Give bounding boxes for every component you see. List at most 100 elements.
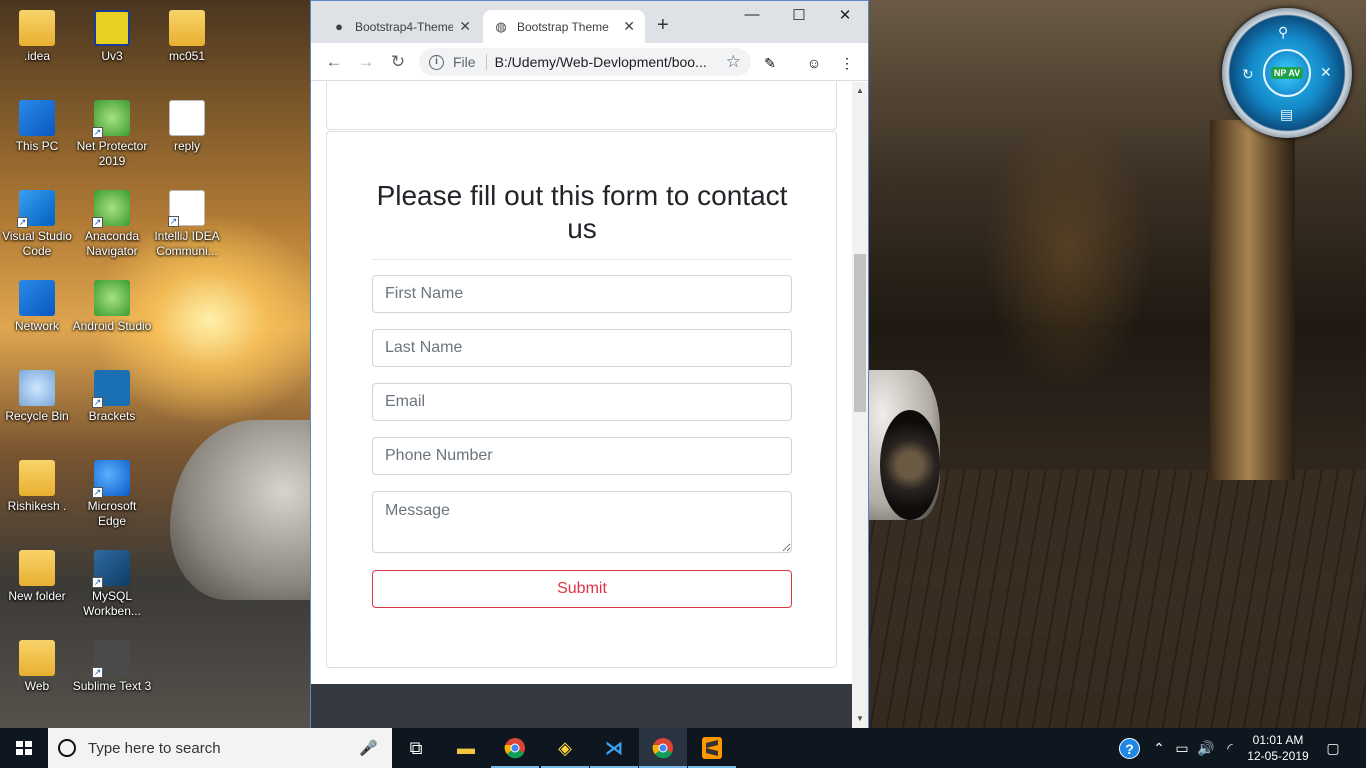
phone-input[interactable] bbox=[372, 437, 792, 475]
desktop-icon-sublime[interactable]: ↗ Sublime Text 3 bbox=[72, 640, 152, 694]
volume-icon[interactable]: 🔊 bbox=[1196, 728, 1216, 768]
tab-title: Bootstrap Theme bbox=[517, 19, 609, 34]
reload-icon[interactable]: ↻ bbox=[387, 51, 409, 73]
desktop-icon-idea[interactable]: .idea bbox=[0, 10, 77, 64]
scroll-thumb[interactable] bbox=[854, 254, 866, 412]
close-window-button[interactable]: ✕ bbox=[822, 6, 868, 28]
first-name-input[interactable] bbox=[372, 275, 792, 313]
search-placeholder: Type here to search bbox=[88, 739, 221, 757]
url-scheme: File bbox=[453, 54, 487, 70]
desktop-icon-this-pc[interactable]: This PC bbox=[0, 100, 77, 154]
desktop-icon-net-protector[interactable]: ↗ Net Protector 2019 bbox=[72, 100, 152, 169]
sublime-icon: ↗ bbox=[92, 640, 130, 678]
close-tab-icon[interactable]: ✕ bbox=[623, 18, 635, 35]
desktop-icon-intellij[interactable]: ↗ IntelliJ IDEA Communi... bbox=[147, 190, 227, 259]
new-tab-button[interactable]: + bbox=[657, 14, 669, 37]
previous-card bbox=[326, 82, 837, 130]
desktop-icon-mc051[interactable]: mc051 bbox=[147, 10, 227, 64]
av-badge: NP AV bbox=[1270, 67, 1304, 79]
desktop-icon-label: MySQL Workben... bbox=[83, 589, 141, 618]
folder-icon bbox=[19, 640, 55, 676]
battery-icon[interactable]: ▭ bbox=[1172, 728, 1192, 768]
report-icon[interactable]: ▤ bbox=[1280, 106, 1293, 123]
submit-button[interactable]: Submit bbox=[372, 570, 792, 608]
sublime-logo bbox=[702, 737, 722, 759]
back-arrow-icon[interactable]: ← bbox=[323, 51, 345, 73]
forward-arrow-icon[interactable]: → bbox=[355, 51, 377, 73]
menu-kebab-icon[interactable]: ⋮ bbox=[838, 54, 856, 72]
search-icon[interactable]: ⚲ bbox=[1278, 24, 1288, 41]
windows-logo-icon bbox=[16, 741, 32, 755]
desktop-icon-edge[interactable]: ↗ Microsoft Edge bbox=[72, 460, 152, 529]
url-text[interactable]: B:/Udemy/Web-Devlopment/boo... bbox=[495, 54, 720, 70]
microphone-icon[interactable]: 🎤 bbox=[359, 739, 378, 757]
sublime-icon[interactable] bbox=[688, 728, 736, 768]
shortcut-arrow-icon: ↗ bbox=[17, 217, 28, 228]
wallpaper-car-wheel bbox=[880, 410, 940, 520]
contact-heading: Please fill out this form to contact us bbox=[376, 180, 788, 244]
desktop-icon-network[interactable]: Network bbox=[0, 280, 77, 334]
network-icon bbox=[19, 280, 55, 316]
desktop-icon-label: This PC bbox=[15, 139, 59, 153]
python-idle-icon[interactable]: ◈ bbox=[541, 728, 589, 768]
desktop-icon-uv3[interactable]: Uv3 bbox=[72, 10, 152, 64]
desktop-icon-reply[interactable]: reply bbox=[147, 100, 227, 154]
desktop-icon-web[interactable]: Web bbox=[0, 640, 77, 694]
chevron-up-icon[interactable]: ⌃ bbox=[1150, 728, 1168, 768]
desktop-icon-label: Network bbox=[14, 319, 59, 333]
desktop-icon-label: Sublime Text 3 bbox=[72, 679, 152, 693]
desktop-icon-anaconda[interactable]: ↗ Anaconda Navigator bbox=[72, 190, 152, 259]
antivirus-widget[interactable]: ⚲ ↻ ✕ ▤ NP AV bbox=[1222, 8, 1352, 138]
globe-icon: ◍ bbox=[495, 18, 507, 34]
taskbar-search[interactable]: Type here to search 🎤 bbox=[48, 728, 392, 768]
tab-bootstrap-theme[interactable]: ◍ Bootstrap Theme ✕ bbox=[483, 10, 645, 43]
file-explorer-icon[interactable]: ▬ bbox=[442, 728, 490, 768]
address-bar[interactable]: i File B:/Udemy/Web-Devlopment/boo... ☆ bbox=[419, 48, 751, 76]
desktop-icon-label: Brackets bbox=[88, 409, 136, 423]
tools-icon[interactable]: ✕ bbox=[1320, 64, 1332, 81]
desktop-icon-label: Rishikesh . bbox=[7, 499, 67, 513]
close-tab-icon[interactable]: ✕ bbox=[459, 18, 471, 35]
desktop-icon-vscode[interactable]: ↗ Visual Studio Code bbox=[0, 190, 77, 259]
email-input[interactable] bbox=[372, 383, 792, 421]
vscode-icon[interactable]: ⋊ bbox=[590, 728, 638, 768]
maximize-button[interactable]: ☐ bbox=[776, 6, 822, 28]
chrome-window: ● Bootstrap4-Theme ✕ ◍ Bootstrap Theme ✕… bbox=[310, 0, 869, 728]
minimize-button[interactable]: — bbox=[729, 6, 775, 28]
chrome-active-icon[interactable] bbox=[639, 728, 687, 768]
task-view-icon[interactable]: ⧉ bbox=[392, 728, 440, 768]
system-clock[interactable]: 01:01 AM 12-05-2019 bbox=[1240, 732, 1316, 764]
last-name-input[interactable] bbox=[372, 329, 792, 367]
bookmark-star-icon[interactable]: ☆ bbox=[726, 52, 741, 72]
av-logo[interactable]: NP AV bbox=[1263, 49, 1311, 97]
desktop-icon-label: Android Studio bbox=[72, 319, 152, 333]
mysql-icon: ↗ bbox=[92, 550, 130, 588]
text-file-icon bbox=[169, 100, 205, 136]
extension-icon[interactable]: ✎ bbox=[761, 54, 779, 72]
scroll-up-icon[interactable]: ▲ bbox=[852, 84, 868, 98]
folder-icon bbox=[19, 550, 55, 586]
info-icon[interactable]: i bbox=[429, 54, 444, 70]
desktop-icon-rishikesh[interactable]: Rishikesh . bbox=[0, 460, 77, 514]
scroll-down-icon[interactable]: ▼ bbox=[852, 712, 868, 726]
refresh-icon[interactable]: ↻ bbox=[1242, 66, 1254, 83]
help-icon[interactable]: ? bbox=[1119, 738, 1140, 759]
chrome-icon[interactable] bbox=[491, 728, 539, 768]
intellij-icon: ↗ bbox=[168, 190, 205, 227]
page-scrollbar[interactable]: ▲ ▼ bbox=[852, 82, 868, 728]
start-button[interactable] bbox=[0, 728, 48, 768]
wallpaper-pillar bbox=[1210, 120, 1295, 480]
profile-avatar[interactable]: ☺ bbox=[805, 54, 823, 72]
desktop-icon-brackets[interactable]: ↗ Brackets bbox=[72, 370, 152, 424]
desktop-icon-mysql[interactable]: ↗ MySQL Workben... bbox=[72, 550, 152, 619]
notification-icon[interactable]: ▢ bbox=[1322, 728, 1344, 768]
shortcut-arrow-icon: ↗ bbox=[92, 667, 103, 678]
desktop-icon-android-studio[interactable]: Android Studio bbox=[72, 280, 152, 334]
user-folder-icon bbox=[19, 460, 55, 496]
desktop-icon-new-folder[interactable]: New folder bbox=[0, 550, 77, 604]
desktop-icon-recycle-bin[interactable]: Recycle Bin bbox=[0, 370, 77, 424]
message-textarea[interactable] bbox=[372, 491, 792, 553]
tab-bootstrap4-theme[interactable]: ● Bootstrap4-Theme ✕ bbox=[321, 10, 481, 43]
edge-icon: ↗ bbox=[92, 460, 130, 498]
wifi-icon[interactable]: ◜ bbox=[1220, 728, 1240, 768]
